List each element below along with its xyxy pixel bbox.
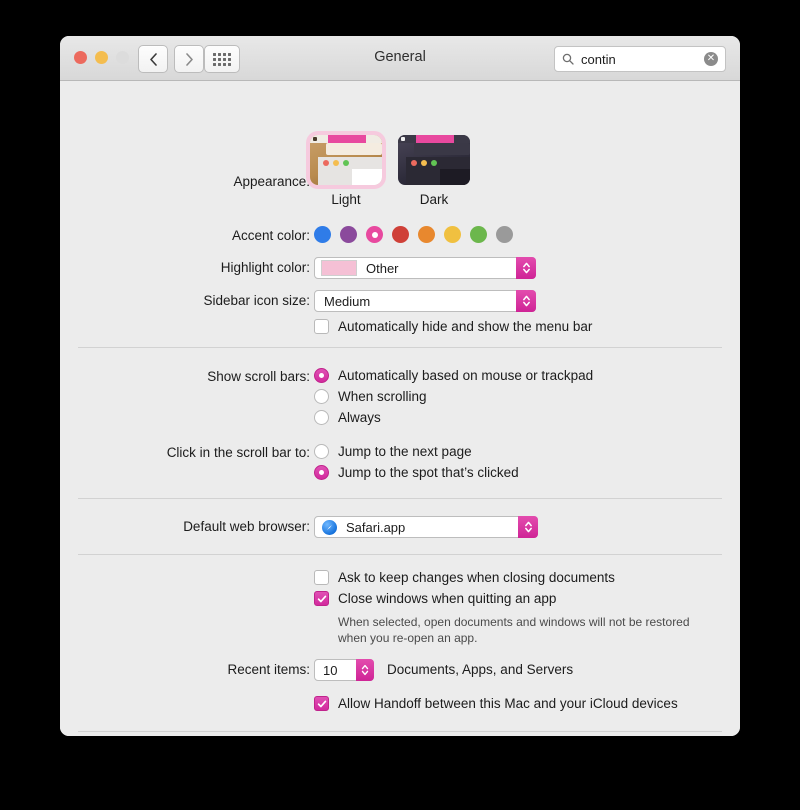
appearance-label: Appearance: (233, 174, 310, 189)
close-windows-helper-line2: when you re-open an app. (338, 631, 478, 645)
ask-keep-changes-row[interactable]: Ask to keep changes when closing documen… (314, 570, 615, 585)
close-windows-label: Close windows when quitting an app (338, 591, 557, 606)
divider (78, 498, 722, 499)
dark-theme-thumbnail[interactable] (398, 135, 470, 185)
divider (78, 347, 722, 348)
sidebar-icon-size-label: Sidebar icon size: (203, 293, 310, 308)
accent-swatch-yellow[interactable] (444, 226, 461, 243)
accent-swatch-purple[interactable] (340, 226, 357, 243)
preferences-content: Appearance: Light Dark Accent color: Hig… (60, 81, 740, 736)
close-windows-row[interactable]: Close windows when quitting an app (314, 591, 556, 606)
menubar-autohide-row[interactable]: Automatically hide and show the menu bar (314, 319, 592, 334)
light-theme-label: Light (331, 192, 361, 207)
close-windows-checkbox[interactable] (314, 591, 329, 606)
light-theme-thumbnail[interactable] (310, 135, 382, 185)
accent-color-swatches (314, 226, 513, 243)
scrollbar-click-option-next-page-label: Jump to the next page (338, 444, 472, 459)
default-browser-value: Safari.app (346, 519, 406, 535)
highlight-color-value: Other (366, 260, 399, 276)
close-windows-helper-line1: When selected, open documents and window… (338, 615, 690, 629)
divider (78, 731, 722, 732)
sidebar-icon-size-value: Medium (324, 293, 371, 309)
browser-label: Default web browser: (183, 519, 310, 534)
accent-swatch-pink[interactable] (366, 226, 383, 243)
system-preferences-window: General contin ✕ Appearance: Light Dark … (60, 36, 740, 736)
dark-theme-label: Dark (419, 192, 449, 207)
scrollbars-radio-auto[interactable] (314, 368, 329, 383)
search-clear-button[interactable]: ✕ (704, 52, 718, 66)
accent-swatch-red[interactable] (392, 226, 409, 243)
menubar-autohide-checkbox[interactable] (314, 319, 329, 334)
scrollbars-label: Show scroll bars: (207, 369, 310, 384)
scrollbars-option-when-scrolling-label: When scrolling (338, 389, 427, 404)
scrollbars-radio-always[interactable] (314, 410, 329, 425)
scrollbars-option-always-label: Always (338, 410, 381, 425)
accent-swatch-blue[interactable] (314, 226, 331, 243)
accent-color-label: Accent color: (231, 228, 310, 243)
highlight-color-label: Highlight color: (220, 260, 310, 275)
safari-compass-icon (322, 519, 337, 535)
search-field[interactable]: contin ✕ (554, 46, 726, 72)
scrollbars-option-always[interactable]: Always (314, 410, 381, 425)
search-input-value[interactable]: contin (581, 52, 704, 67)
divider (78, 554, 722, 555)
highlight-color-swatch (321, 260, 357, 276)
scrollbar-click-option-next-page[interactable]: Jump to the next page (314, 444, 472, 459)
appearance-option-dark[interactable]: Dark (398, 135, 470, 207)
scrollbars-option-auto[interactable]: Automatically based on mouse or trackpad (314, 368, 593, 383)
recent-items-label: Recent items: (227, 662, 310, 677)
scrollbars-radio-when-scrolling[interactable] (314, 389, 329, 404)
search-icon (562, 53, 574, 65)
handoff-label: Allow Handoff between this Mac and your … (338, 696, 678, 711)
ask-keep-changes-label: Ask to keep changes when closing documen… (338, 570, 615, 585)
default-browser-popup[interactable]: Safari.app (314, 516, 538, 538)
accent-swatch-graphite[interactable] (496, 226, 513, 243)
menubar-autohide-label: Automatically hide and show the menu bar (338, 319, 593, 334)
chevron-updown-icon[interactable] (516, 290, 536, 312)
handoff-row[interactable]: Allow Handoff between this Mac and your … (314, 696, 678, 711)
scrollbar-click-radio-next-page[interactable] (314, 444, 329, 459)
appearance-option-light[interactable]: Light (310, 135, 382, 207)
recent-items-suffix: Documents, Apps, and Servers (387, 662, 574, 677)
recent-items-stepper[interactable]: 10 (314, 659, 374, 681)
scrollbar-click-option-spot[interactable]: Jump to the spot that’s clicked (314, 465, 519, 480)
chevron-updown-icon[interactable] (518, 516, 538, 538)
highlight-color-popup[interactable]: Other (314, 257, 536, 279)
scrollbar-click-label: Click in the scroll bar to: (166, 445, 310, 460)
checkmark-icon (317, 700, 326, 707)
accent-swatch-orange[interactable] (418, 226, 435, 243)
chevron-updown-icon[interactable] (516, 257, 536, 279)
window-titlebar: General contin ✕ (60, 36, 740, 81)
recent-items-value[interactable]: 10 (323, 663, 337, 678)
handoff-checkbox[interactable] (314, 696, 329, 711)
scrollbar-click-option-spot-label: Jump to the spot that’s clicked (338, 465, 519, 480)
stepper-chevron-updown-icon[interactable] (356, 659, 374, 681)
accent-swatch-green[interactable] (470, 226, 487, 243)
scrollbars-option-auto-label: Automatically based on mouse or trackpad (338, 368, 594, 383)
sidebar-icon-size-popup[interactable]: Medium (314, 290, 536, 312)
checkmark-icon (317, 595, 326, 602)
scrollbars-option-when-scrolling[interactable]: When scrolling (314, 389, 427, 404)
ask-keep-changes-checkbox[interactable] (314, 570, 329, 585)
scrollbar-click-radio-spot[interactable] (314, 465, 329, 480)
